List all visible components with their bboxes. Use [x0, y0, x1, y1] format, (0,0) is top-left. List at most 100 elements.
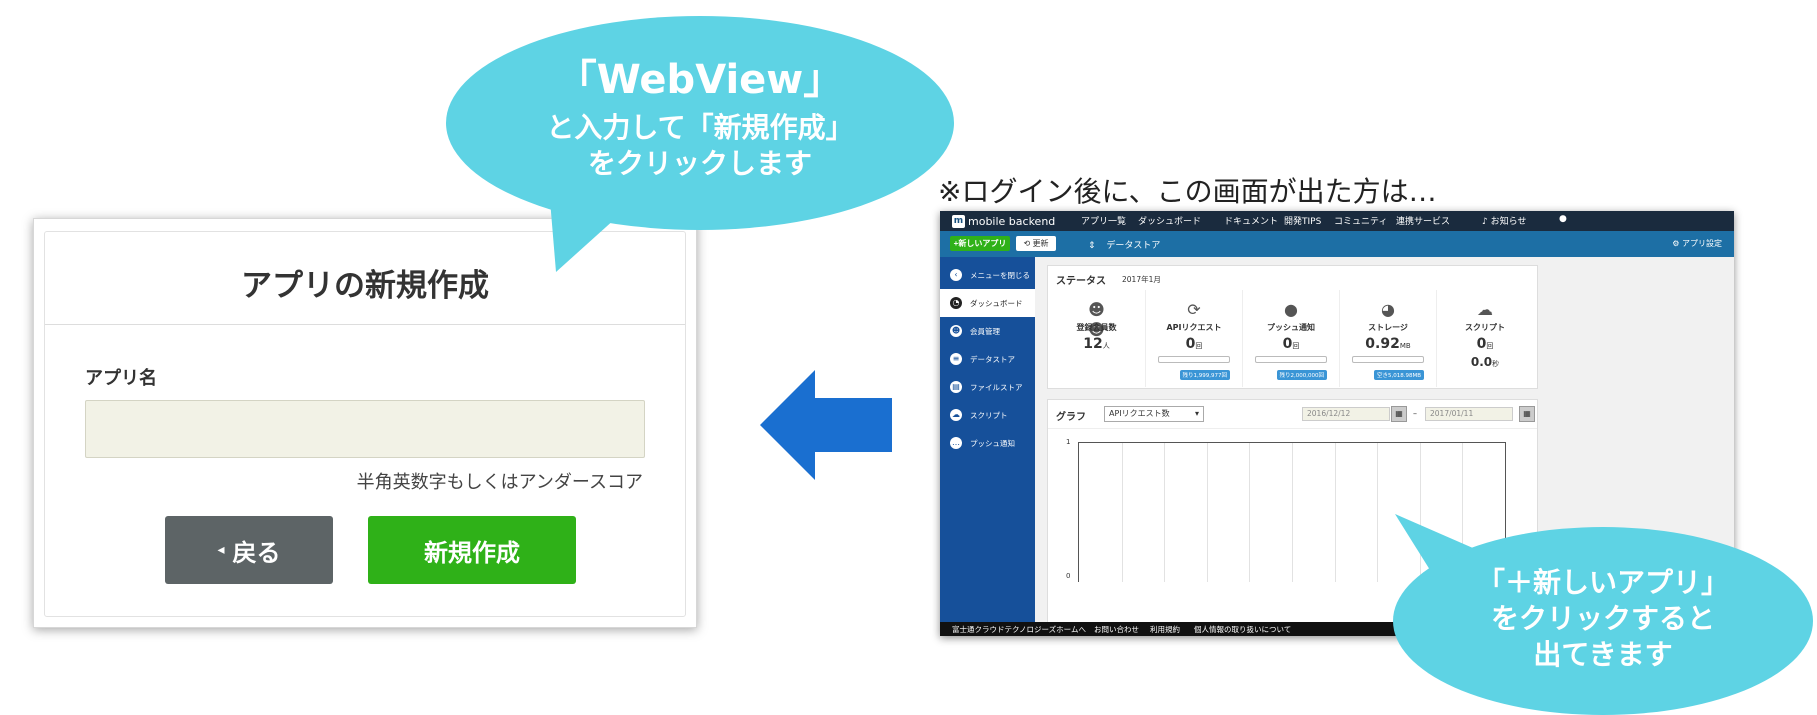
- callout-text: と入力して「新規作成」 をクリックします: [446, 110, 954, 182]
- back-button[interactable]: ◂ 戻る: [165, 516, 333, 584]
- new-app-button[interactable]: +新しいアプリ: [950, 236, 1010, 251]
- stat-label: プッシュ通知: [1267, 323, 1315, 332]
- callout-line: 「＋新しいアプリ」: [1476, 566, 1729, 599]
- stat-value: 12人: [1083, 336, 1110, 352]
- grid-line: [1249, 443, 1251, 582]
- sidebar-item-label: メニューを閉じる: [970, 270, 1030, 280]
- sidebar-item-close-menu[interactable]: ‹ メニューを閉じる: [940, 261, 1035, 289]
- footer-link-privacy[interactable]: 個人情報の取り扱いについて: [1194, 624, 1291, 635]
- refresh-button[interactable]: ⟲ 更新: [1016, 236, 1056, 251]
- divider: [45, 324, 685, 325]
- logo-icon: m: [952, 214, 965, 228]
- brand-logo[interactable]: m mobile backend: [952, 214, 1055, 228]
- sidebar-item-label: ダッシュボード: [970, 298, 1023, 308]
- callout-line: 出てきます: [1533, 638, 1673, 671]
- stat-remaining: 残り1,999,977回: [1179, 370, 1230, 380]
- list-icon: ≡: [950, 353, 962, 365]
- callout-bubble-top: 「WebView」 と入力して「新規作成」 をクリックします: [446, 16, 954, 230]
- grid-line: [1164, 443, 1166, 582]
- stat-value: 0回: [1282, 336, 1300, 352]
- status-period: 2017年1月: [1122, 275, 1161, 284]
- stat-value: 0回: [1185, 336, 1203, 352]
- grid-line: [1334, 443, 1336, 582]
- stat-storage: ◕ ストレージ 0.92MB 空き5,018.98MB: [1339, 290, 1436, 387]
- chevron-left-icon: ◂: [217, 542, 225, 558]
- status-title: ステータス: [1056, 276, 1106, 287]
- footer-link-terms[interactable]: 利用規約: [1150, 624, 1180, 635]
- stat-label: 登録会員数: [1076, 323, 1117, 332]
- refresh-icon: ⟲: [1023, 239, 1031, 248]
- calendar-icon[interactable]: ▦: [1391, 406, 1407, 422]
- stat-progress-bar: [1158, 356, 1230, 363]
- cloud-icon: ☁: [950, 409, 962, 421]
- stat-value: 0回: [1476, 336, 1494, 352]
- sidebar-item-label: ファイルストア: [970, 382, 1023, 392]
- sidebar-item-members[interactable]: ☻ 会員管理: [940, 317, 1035, 345]
- app-settings-link[interactable]: ⚙ アプリ設定: [1672, 238, 1722, 249]
- stat-remaining: 残り2,000,000回: [1276, 370, 1327, 380]
- sidebar-item-label: スクリプト: [970, 410, 1008, 420]
- nav-docs[interactable]: ドキュメント: [1224, 214, 1278, 227]
- grid-line: [1121, 443, 1123, 582]
- date-from-input[interactable]: 2016/12/12: [1302, 407, 1390, 421]
- graph-title: グラフ: [1056, 412, 1086, 423]
- refresh-label: 更新: [1032, 239, 1049, 248]
- sidebar-item-push[interactable]: … プッシュ通知: [940, 429, 1035, 457]
- chat-icon: ●: [1284, 300, 1298, 319]
- cloud-gear-icon: ☁: [1477, 300, 1493, 319]
- grid-line: [1292, 443, 1293, 582]
- refresh-icon: ⟳: [1187, 300, 1201, 319]
- sidebar-item-script[interactable]: ☁ スクリプト: [940, 401, 1035, 429]
- users-icon: ☻: [950, 325, 962, 337]
- users-icon: ☻☻: [1088, 300, 1105, 339]
- stat-push: ● プッシュ通知 0回 残り2,000,000回: [1242, 290, 1339, 387]
- stat-progress-bar: [1352, 356, 1424, 363]
- divider: [1048, 428, 1537, 429]
- graph-metric-select[interactable]: APIリクエスト数 ▾: [1104, 406, 1204, 422]
- app-switcher[interactable]: ⇕ データストア: [1088, 238, 1160, 251]
- status-panel: ステータス 2017年1月 ☻☻ 登録会員数 12人 ⟳ APIリクエスト 0回…: [1047, 265, 1538, 389]
- app-name-hint: 半角英数字もしくはアンダースコア: [356, 472, 643, 493]
- app-toolbar: +新しいアプリ ⟲ 更新 ⇕ データストア ⚙ アプリ設定: [940, 231, 1734, 257]
- sidebar-item-label: データストア: [970, 354, 1015, 364]
- y-axis-max: 1: [1066, 438, 1071, 446]
- date-to-input[interactable]: 2017/01/11: [1425, 407, 1513, 421]
- app-name-label: アプリ名: [85, 368, 157, 389]
- nav-services[interactable]: 連携サービス: [1396, 214, 1450, 227]
- stat-label: APIリクエスト: [1166, 323, 1222, 332]
- arrow-left-icon: ‹: [950, 269, 962, 281]
- stat-remaining: 空き5,018.98MB: [1373, 370, 1424, 380]
- app-name-input[interactable]: [85, 400, 645, 458]
- callout-line: 「WebView」: [556, 57, 844, 103]
- create-button[interactable]: 新規作成: [368, 516, 576, 584]
- sidebar-item-datastore[interactable]: ≡ データストア: [940, 345, 1035, 373]
- stat-value: 0.92MB: [1365, 336, 1411, 352]
- app-settings-label: アプリ設定: [1682, 239, 1722, 248]
- pie-icon: ◕: [1381, 300, 1395, 319]
- brand-name: mobile backend: [968, 214, 1056, 228]
- footer-link-home[interactable]: 富士通クラウドテクノロジーズホームへ: [952, 624, 1086, 635]
- top-nav: m mobile backend アプリ一覧 ダッシュボード ドキュメント 開発…: [940, 211, 1734, 231]
- callout-line: をクリックします: [587, 147, 812, 180]
- callout-bubble-bottom: 「＋新しいアプリ」 をクリックすると 出てきます: [1393, 527, 1813, 715]
- sidebar: ‹ メニューを閉じる ◔ ダッシュボード ☻ 会員管理 ≡ データストア ▤ フ…: [940, 257, 1035, 622]
- stat-progress-bar: [1255, 356, 1327, 363]
- footer-link-contact[interactable]: お問い合わせ: [1094, 624, 1139, 635]
- nav-community[interactable]: コミュニティ: [1334, 214, 1387, 227]
- callout-line: をクリックすると: [1490, 602, 1715, 635]
- nav-tips[interactable]: 開発TIPS: [1284, 214, 1321, 227]
- arrow-left-icon: [760, 370, 892, 480]
- notifications-link[interactable]: ♪ お知らせ: [1482, 214, 1526, 227]
- chat-icon: …: [950, 437, 962, 449]
- caret-down-icon: ▾: [1194, 409, 1199, 418]
- stat-label: スクリプト: [1465, 323, 1505, 332]
- nav-dashboard[interactable]: ダッシュボード: [1138, 214, 1201, 227]
- stat-label: ストレージ: [1368, 323, 1408, 332]
- sidebar-item-filestore[interactable]: ▤ ファイルストア: [940, 373, 1035, 401]
- callout-line: と入力して「新規作成」: [546, 111, 854, 144]
- sidebar-item-dashboard[interactable]: ◔ ダッシュボード: [940, 289, 1035, 317]
- nav-app-list[interactable]: アプリ一覧: [1081, 214, 1126, 227]
- user-icon[interactable]: ●: [1559, 214, 1567, 224]
- sidebar-item-label: プッシュ通知: [970, 438, 1015, 448]
- calendar-icon[interactable]: ▦: [1519, 406, 1535, 422]
